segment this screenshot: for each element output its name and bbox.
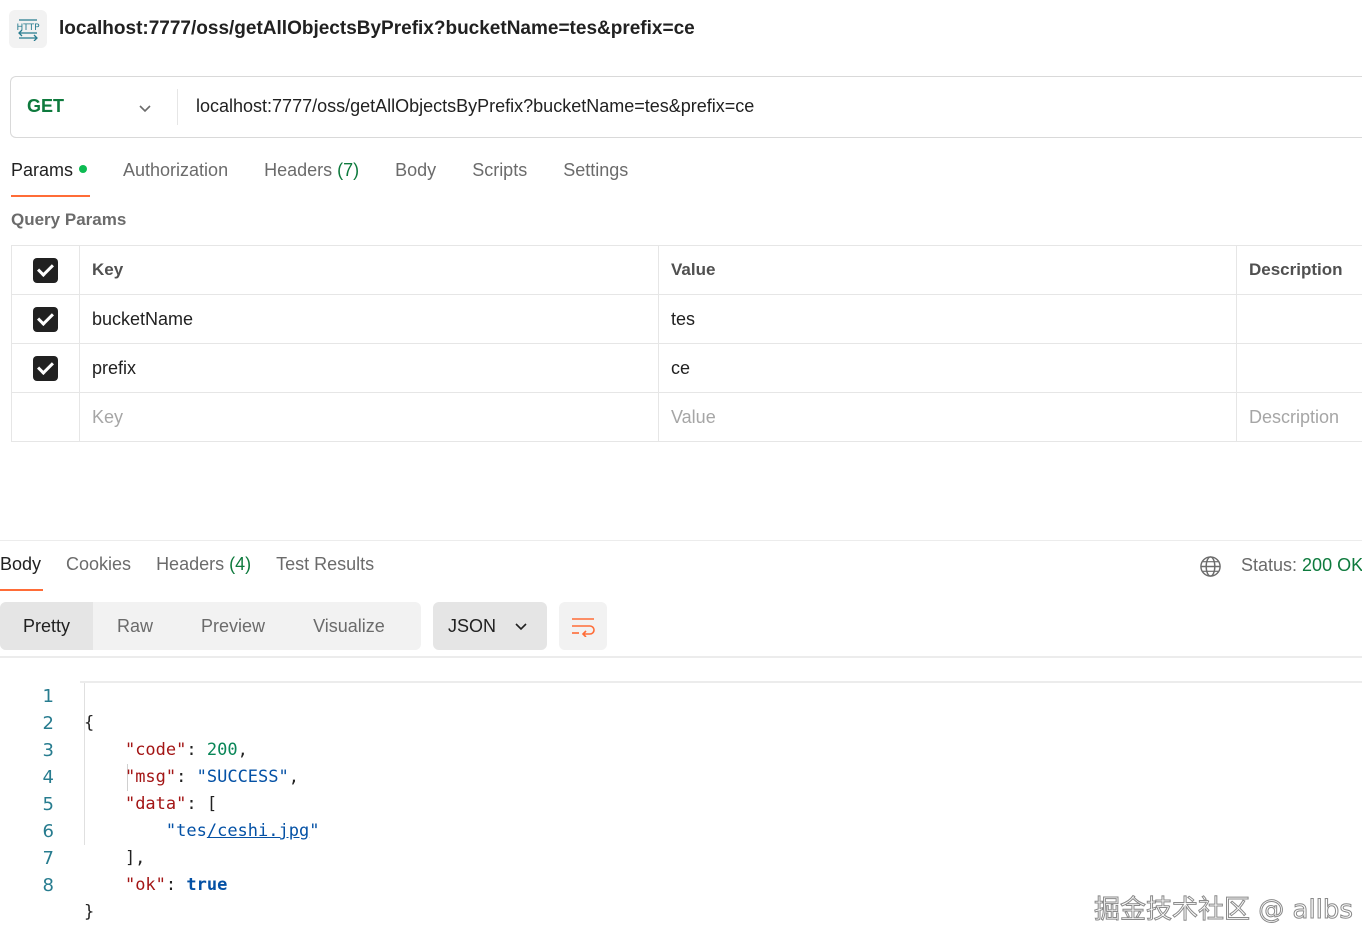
response-body-code[interactable]: 1 { 2 "code": 200, 3 "msg": "SUCCESS", 4… — [0, 656, 1362, 922]
query-params-label: Query Params — [11, 210, 127, 229]
row-checkbox[interactable] — [33, 306, 58, 332]
tab-settings[interactable]: Settings — [563, 160, 628, 197]
tab-response-body[interactable]: Body — [0, 554, 44, 591]
new-param-description[interactable]: Description — [1236, 392, 1362, 442]
column-key: Key — [79, 245, 659, 295]
code-line: 6 ], — [0, 791, 1362, 868]
wrap-lines-icon — [572, 618, 595, 637]
code-line: 8 } — [0, 845, 1362, 922]
code-line: 5 "tes/ceshi.jpg" — [0, 764, 1362, 841]
request-title[interactable]: localhost:7777/oss/getAllObjectsByPrefix… — [59, 18, 695, 40]
status-value: 200 OK — [1302, 555, 1362, 575]
request-title-bar: HTTP localhost:7777/oss/getAllObjectsByP… — [0, 0, 1362, 58]
param-key[interactable]: prefix — [79, 343, 659, 393]
globe-icon[interactable] — [1199, 555, 1222, 578]
headers-count: (7) — [337, 160, 360, 180]
param-value[interactable]: ce — [658, 343, 1237, 393]
tab-scripts[interactable]: Scripts — [472, 160, 527, 197]
param-description[interactable] — [1236, 294, 1362, 344]
param-description[interactable] — [1236, 343, 1362, 393]
new-param-value[interactable]: Value — [658, 392, 1237, 442]
url-bar: GET localhost:7777/oss/getAllObjectsByPr… — [10, 76, 1362, 138]
code-line: 3 "msg": "SUCCESS", — [0, 710, 1362, 787]
tab-test-results[interactable]: Test Results — [276, 554, 374, 591]
response-tabs: Body Cookies Headers (4) Test Results — [0, 554, 399, 591]
json-boolean: true — [186, 875, 228, 895]
table-row: prefix ce — [11, 343, 1362, 393]
http-icon: HTTP — [9, 10, 47, 48]
new-param-key[interactable]: Key — [79, 392, 659, 442]
chevron-down-icon — [515, 623, 527, 631]
code-line: 1 { — [0, 656, 1362, 733]
request-tabs: Params Authorization Headers (7) Body Sc… — [11, 160, 664, 200]
param-value[interactable]: tes — [658, 294, 1237, 344]
view-preview-button[interactable]: Preview — [177, 602, 289, 650]
response-divider[interactable] — [0, 540, 1362, 541]
view-pretty-button[interactable]: Pretty — [0, 602, 94, 650]
table-row: bucketName tes — [11, 294, 1362, 344]
code-line: 4 "data": [ — [0, 737, 1362, 814]
watermark: 掘金技术社区 @ allbs — [1094, 895, 1354, 926]
tab-params[interactable]: Params — [11, 160, 91, 197]
tab-authorization[interactable]: Authorization — [123, 160, 228, 197]
tab-cookies[interactable]: Cookies — [66, 554, 131, 591]
line-number: 8 — [42, 875, 54, 896]
code-line: 7 "ok": true — [0, 818, 1362, 895]
wrap-lines-button[interactable] — [559, 602, 607, 650]
tab-headers[interactable]: Headers (7) — [264, 160, 359, 197]
tab-body[interactable]: Body — [395, 160, 436, 197]
method-select[interactable]: GET — [27, 96, 64, 117]
view-mode-group: Pretty Raw Preview Visualize — [0, 602, 421, 650]
url-input[interactable]: localhost:7777/oss/getAllObjectsByPrefix… — [196, 96, 754, 117]
url-separator — [177, 89, 178, 125]
view-visualize-button[interactable]: Visualize — [289, 602, 409, 650]
column-description: Description — [1236, 245, 1362, 295]
chevron-down-icon[interactable] — [137, 100, 153, 116]
select-all-checkbox[interactable] — [33, 257, 58, 283]
param-key[interactable]: bucketName — [79, 294, 659, 344]
json-key: "ok" — [124, 875, 166, 895]
query-params-table: Key Value Description bucketName tes pre… — [11, 245, 1362, 442]
column-value: Value — [658, 245, 1237, 295]
table-row-new: Key Value Description — [11, 392, 1362, 442]
response-headers-count: (4) — [229, 554, 252, 574]
tab-response-headers[interactable]: Headers (4) — [156, 554, 251, 591]
format-label: JSON — [448, 616, 497, 636]
format-select[interactable]: JSON — [433, 602, 547, 650]
response-status[interactable]: Status: 200 OK — [1241, 555, 1362, 576]
table-header-row: Key Value Description — [11, 245, 1362, 295]
row-checkbox[interactable] — [33, 355, 58, 381]
code-line: 2 "code": 200, — [0, 683, 1362, 760]
view-raw-button[interactable]: Raw — [93, 602, 177, 650]
params-active-dot — [79, 165, 88, 174]
